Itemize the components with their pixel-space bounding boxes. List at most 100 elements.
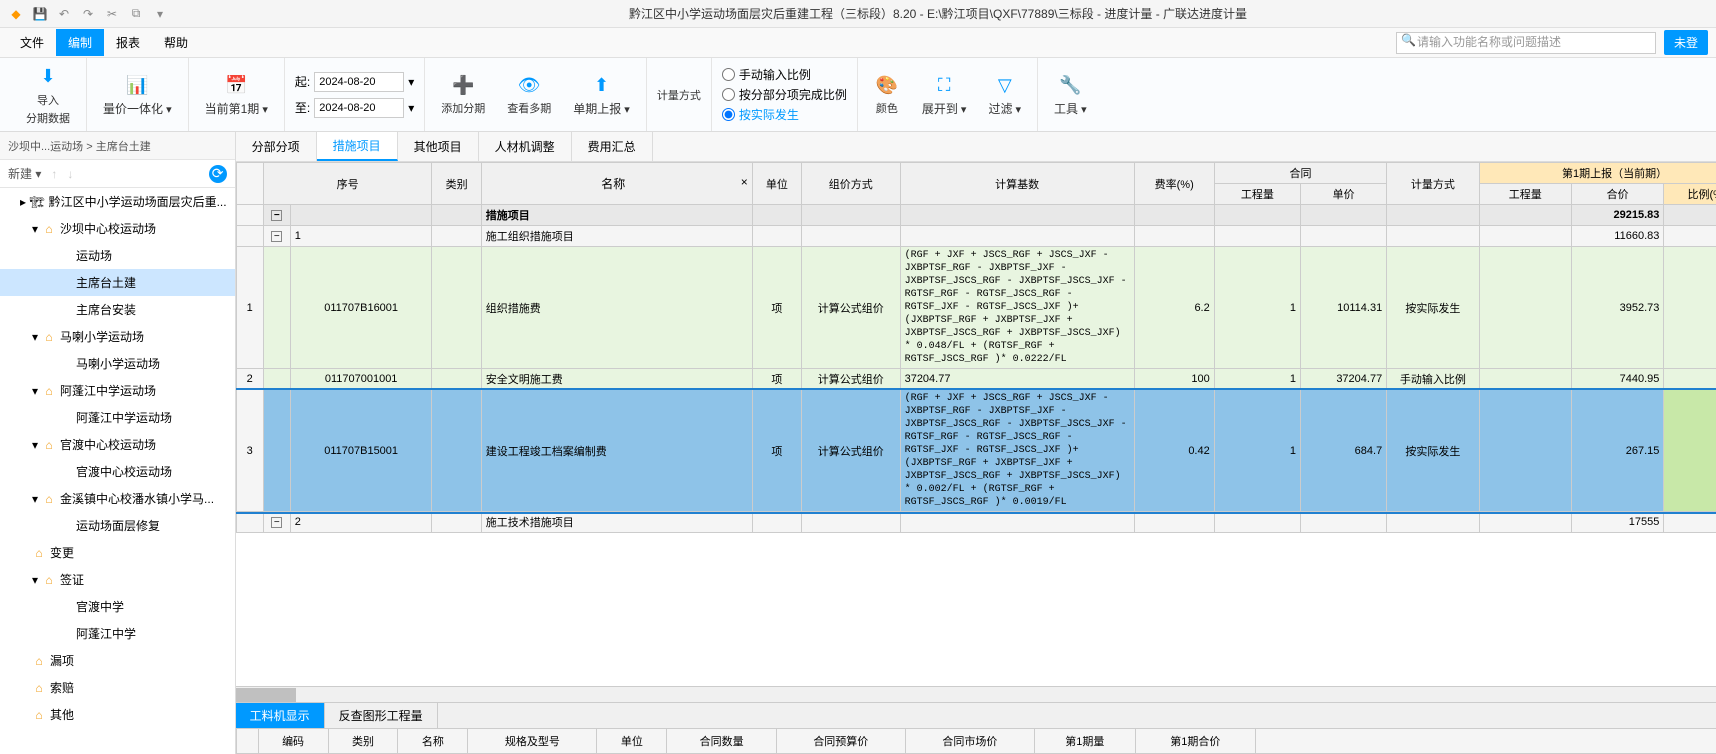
tree-n5[interactable]: ▾ ⌂ 金溪镇中心校潘水镇小学马... [0, 485, 235, 512]
collapse-icon[interactable]: − [271, 210, 282, 221]
add-icon[interactable]: ⟳ [209, 165, 227, 183]
table-row[interactable]: 2 011707001001 安全文明施工费 项 计算公式组价 37204.77… [236, 369, 1716, 390]
tab-section[interactable]: 分部分项 [236, 132, 317, 161]
home-icon: ⌂ [42, 330, 56, 344]
tools-button[interactable]: 🔧工具 ▾ [1048, 70, 1093, 119]
th-report[interactable]: 第1期上报（当前期） [1479, 163, 1716, 184]
tree-n7b[interactable]: 阿蓬江中学 [0, 620, 235, 647]
date-from-input[interactable] [314, 72, 404, 92]
filter-icon: ▽ [992, 72, 1018, 98]
tree-n9[interactable]: ⌂ 索赔 [0, 674, 235, 701]
import-button[interactable]: ⬇ 导入 分期数据 [20, 62, 76, 128]
tree-n7a[interactable]: 官渡中学 [0, 593, 235, 620]
tab-fee[interactable]: 费用汇总 [572, 132, 653, 161]
tree-n6[interactable]: ⌂ 变更 [0, 539, 235, 566]
th-basis[interactable]: 计算基数 [900, 163, 1134, 205]
add-period-button[interactable]: ➕添加分期 [435, 70, 491, 119]
single-report-button[interactable]: ⬆单期上报 ▾ [567, 70, 636, 119]
tree-n10[interactable]: ⌂ 其他 [0, 701, 235, 728]
tree-n1c[interactable]: 主席台安装 [0, 296, 235, 323]
menu-file[interactable]: 文件 [8, 29, 56, 56]
paste-icon[interactable]: ▾ [152, 6, 168, 22]
tree-root[interactable]: ▸ 🏗 黔江区中小学运动场面层灾后重... [0, 188, 235, 215]
tree-n1a[interactable]: 运动场 [0, 242, 235, 269]
row-group-1[interactable]: − 1 施工组织措施项目 11660.83 11660.83 [236, 226, 1716, 247]
radio-manual[interactable]: 手动输入比例 [722, 66, 847, 83]
tabs: 分部分项 措施项目 其他项目 人材机调整 费用汇总 [236, 132, 1716, 162]
copy-icon[interactable]: ⧉ [128, 6, 144, 22]
undo-icon[interactable]: ↶ [56, 6, 72, 22]
tree-n7[interactable]: ▾ ⌂ 签证 [0, 566, 235, 593]
date-range: 起: ▾ 至: ▾ [285, 58, 425, 131]
qty-price-button[interactable]: 📊 量价一体化 ▾ [97, 70, 178, 119]
color-button[interactable]: 🎨颜色 [868, 70, 906, 119]
collapse-icon[interactable]: − [271, 517, 282, 528]
new-bar: 新建 ▾ ↑ ↓ ⟳ [0, 160, 235, 188]
bottom-tab-resource[interactable]: 工料机显示 [236, 703, 325, 728]
th-name[interactable]: 名称 × [481, 163, 752, 205]
plus-icon: ➕ [450, 72, 476, 98]
expand-button[interactable]: ⛶展开到 ▾ [916, 70, 973, 119]
filter-button[interactable]: ▽过滤 ▾ [982, 70, 1027, 119]
tab-resource[interactable]: 人材机调整 [479, 132, 572, 161]
tree-n2a[interactable]: 马喇小学运动场 [0, 350, 235, 377]
th-contract[interactable]: 合同 [1214, 163, 1386, 184]
grid-wrap[interactable]: 序号 类别 名称 × 单位 组价方式 计算基数 费率(%) 合同 计量方式 第1… [236, 162, 1716, 686]
home-icon: ⌂ [32, 546, 46, 560]
th-method[interactable]: 计量方式 [1387, 163, 1479, 205]
collapse-icon[interactable]: − [271, 231, 282, 242]
save-icon[interactable]: 💾 [32, 6, 48, 22]
home-icon: ⌂ [32, 681, 46, 695]
date-to-input[interactable] [314, 98, 404, 118]
menu-report[interactable]: 报表 [104, 29, 152, 56]
bottom-tab-reverse[interactable]: 反查图形工程量 [325, 703, 438, 728]
cut-icon[interactable]: ✂ [104, 6, 120, 22]
down-icon[interactable]: ↓ [67, 167, 73, 181]
menu-help[interactable]: 帮助 [152, 29, 200, 56]
tree-n1[interactable]: ▾ ⌂ 沙坝中心校运动场 [0, 215, 235, 242]
tree-n4a[interactable]: 官渡中心校运动场 [0, 458, 235, 485]
scrollbar-thumb[interactable] [236, 688, 296, 702]
tree-n1b[interactable]: 主席台土建 [0, 269, 235, 296]
row-total[interactable]: − 措施项目 29215.83 29215.83 [236, 205, 1716, 226]
new-button[interactable]: 新建 ▾ [8, 165, 41, 182]
radio-by-section[interactable]: 按分部分项完成比例 [722, 86, 847, 103]
tree-n2[interactable]: ▾ ⌂ 马喇小学运动场 [0, 323, 235, 350]
wrench-icon: 🔧 [1057, 72, 1083, 98]
th-seq[interactable]: 序号 [263, 163, 432, 205]
login-button[interactable]: 未登 [1664, 30, 1708, 55]
tab-other[interactable]: 其他项目 [398, 132, 479, 161]
tree-n3a[interactable]: 阿蓬江中学运动场 [0, 404, 235, 431]
logo-icon: ◆ [8, 6, 24, 22]
up-icon[interactable]: ↑ [51, 167, 57, 181]
th-rate[interactable]: 费率(%) [1134, 163, 1214, 205]
expand-icon: ⛶ [931, 72, 957, 98]
app-title: 黔江区中小学运动场面层灾后重建工程（三标段）8.20 - E:\黔江项目\QXF… [168, 5, 1708, 22]
tree-n5a[interactable]: 运动场面层修复 [0, 512, 235, 539]
search-input[interactable]: 🔍 请输入功能名称或问题描述 [1396, 32, 1656, 54]
search-icon: 🔍 [1401, 33, 1416, 47]
tree-n3[interactable]: ▾ ⌂ 阿蓬江中学运动场 [0, 377, 235, 404]
upload-icon: ⬆ [589, 72, 615, 98]
tab-measure[interactable]: 措施项目 [317, 132, 398, 161]
bottom-grid[interactable]: 编码 类别 名称 规格及型号 单位 合同数量 合同预算价 合同市场价 第1期量 … [236, 728, 1716, 754]
view-multi-button[interactable]: 👁查看多期 [501, 70, 557, 119]
th-unit[interactable]: 单位 [752, 163, 801, 205]
radio-actual[interactable]: 按实际发生 [722, 106, 847, 123]
tree-n4[interactable]: ▾ ⌂ 官渡中心校运动场 [0, 431, 235, 458]
th-pricing[interactable]: 组价方式 [802, 163, 901, 205]
calc-mode-label: 计量方式 [657, 87, 701, 103]
main-grid[interactable]: 序号 类别 名称 × 单位 组价方式 计算基数 费率(%) 合同 计量方式 第1… [236, 162, 1716, 533]
current-period-button[interactable]: 📅 当前第1期 ▾ [199, 70, 274, 119]
menu-edit[interactable]: 编制 [56, 29, 104, 56]
home-icon: ⌂ [42, 222, 56, 236]
h-scrollbar[interactable] [236, 686, 1716, 702]
table-row[interactable]: 1 011707B16001 组织措施费 项 计算公式组价 (RGF + JXF… [236, 247, 1716, 369]
tree-n8[interactable]: ⌂ 漏项 [0, 647, 235, 674]
redo-icon[interactable]: ↷ [80, 6, 96, 22]
table-row-selected[interactable]: 3 011707B15001 建设工程竣工档案编制费 项 计算公式组价 (RGF… [236, 390, 1716, 512]
left-panel: 沙坝中...运动场 > 主席台土建 新建 ▾ ↑ ↓ ⟳ ▸ 🏗 黔江区中小学运… [0, 132, 236, 754]
th-type[interactable]: 类别 [432, 163, 481, 205]
tree: ▸ 🏗 黔江区中小学运动场面层灾后重... ▾ ⌂ 沙坝中心校运动场 运动场 主… [0, 188, 235, 754]
row-group-2[interactable]: − 2 施工技术措施项目 17555 17555 [236, 512, 1716, 533]
